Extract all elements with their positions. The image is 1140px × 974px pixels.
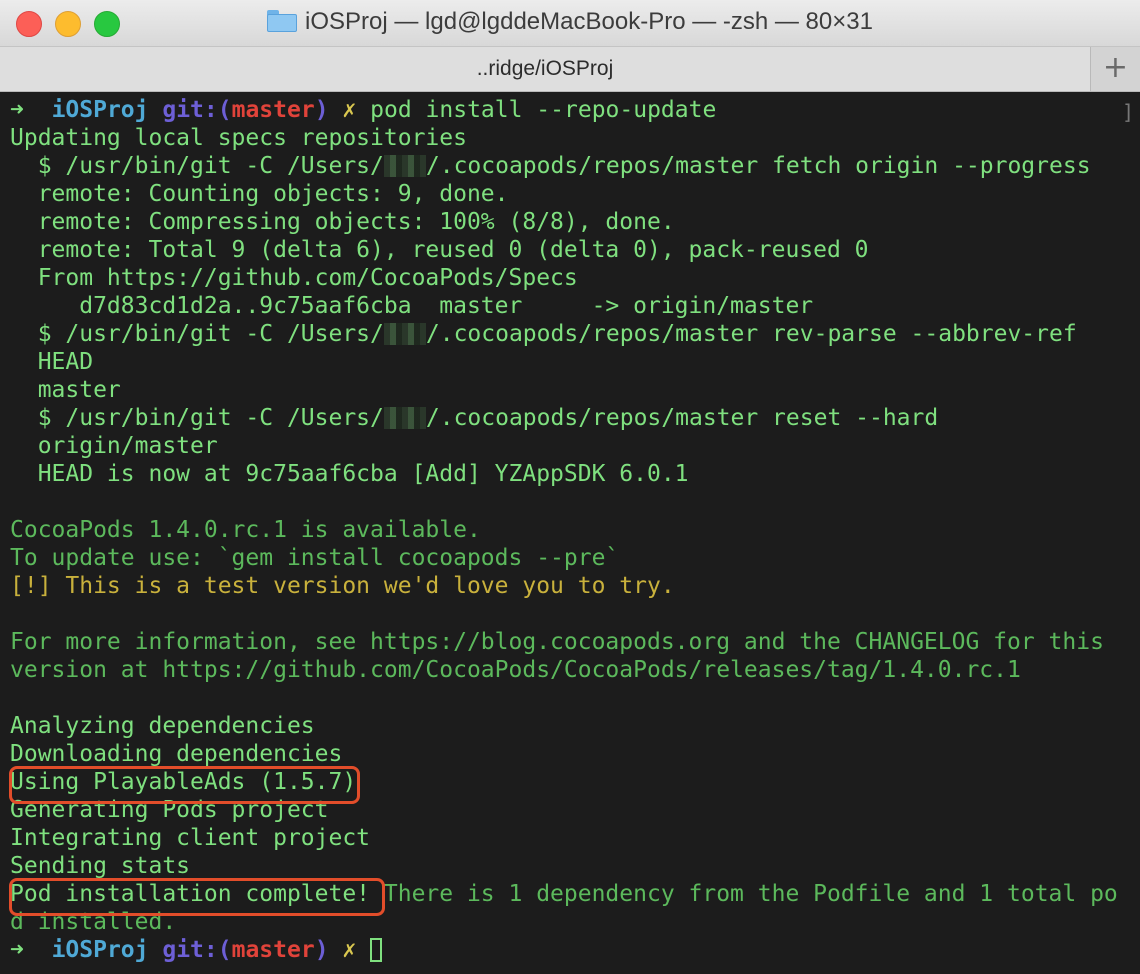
redacted-username (383, 407, 426, 429)
text-cursor[interactable] (370, 938, 383, 962)
output-line: For more information, see https://blog.c… (10, 629, 1104, 655)
terminal-output[interactable]: ] ➜ iOSProj git:(master) ✗ pod install -… (0, 92, 1140, 974)
tab-iosproj[interactable]: ..ridge/iOSProj (0, 47, 1090, 91)
output-line: HEAD is now at 9c75aaf6cba [Add] YZAppSD… (10, 461, 689, 487)
dirty-mark-icon: ✗ (342, 97, 357, 123)
output-segment: $ /usr/bin/git -C /Users/ (10, 153, 384, 179)
redacted-username (383, 155, 426, 177)
output-line: master (10, 377, 121, 403)
dirty-mark-icon: ✗ (342, 937, 357, 963)
output-line: $ /usr/bin/git -C /Users/ /.cocoapods/rep… (10, 320, 1077, 348)
output-line: Sending stats (10, 853, 191, 879)
redacted-username (383, 323, 426, 345)
window-title: iOSProj — lgd@lgddeMacBook-Pro — -zsh — … (0, 8, 1140, 36)
highlight-box-install-complete (9, 878, 385, 916)
output-line: d7d83cd1d2a..9c75aaf6cba master -> origi… (10, 293, 814, 319)
output-segment: /.cocoapods/repos/master reset --hard (425, 405, 939, 431)
output-line: remote: Total 9 (delta 6), reused 0 (del… (10, 237, 869, 263)
output-line: To update use: `gem install cocoapods --… (10, 545, 620, 571)
output-line: $ /usr/bin/git -C /Users/ /.cocoapods/rep… (10, 404, 939, 432)
prompt-paren-close: ) (314, 937, 329, 963)
output-line: Updating local specs repositories (10, 125, 467, 151)
window-title-rest: — lgd@lgddeMacBook-Pro — -zsh — 80×31 (394, 8, 873, 35)
output-line: remote: Counting objects: 9, done. (10, 181, 509, 207)
title-bar[interactable]: iOSProj — lgd@lgddeMacBook-Pro — -zsh — … (0, 0, 1140, 47)
warning-line: [!] This is a test version we'd love you… (10, 573, 675, 599)
output-line: Analyzing dependencies (10, 713, 315, 739)
prompt-paren-close: ) (314, 97, 329, 123)
window-title-folder: iOSProj (305, 8, 388, 35)
prompt-git-label: git: (162, 97, 218, 123)
output-segment: /.cocoapods/repos/master fetch origin --… (425, 153, 1091, 179)
prompt-branch: master (231, 97, 315, 123)
new-tab-button[interactable]: + (1090, 47, 1140, 91)
highlight-box-using-playableads (9, 766, 360, 804)
prompt-arrow-icon: ➜ (10, 97, 24, 123)
prompt-line: ➜ iOSProj git:(master) ✗ (10, 936, 383, 964)
output-segment: $ /usr/bin/git -C /Users/ (10, 405, 384, 431)
output-segment: /.cocoapods/repos/master rev-parse --abb… (425, 321, 1077, 347)
output-line: remote: Compressing objects: 100% (8/8),… (10, 209, 675, 235)
output-line: $ /usr/bin/git -C /Users/ /.cocoapods/rep… (10, 152, 1091, 180)
prompt-arrow-icon: ➜ (10, 937, 24, 963)
output-line: HEAD (10, 349, 94, 375)
prompt-paren-open: ( (217, 97, 232, 123)
output-line: Integrating client project (10, 825, 371, 851)
prompt-paren-open: ( (217, 937, 232, 963)
output-segment: There is 1 dependency from the Podfile a… (370, 881, 1118, 907)
tab-bar: ..ridge/iOSProj + (0, 47, 1140, 92)
scroll-indicator: ] (1121, 100, 1134, 124)
prompt-project: iOSProj (51, 937, 149, 963)
output-line: From https://github.com/CocoaPods/Specs (10, 265, 578, 291)
output-line: origin/master (10, 433, 218, 459)
output-line: CocoaPods 1.4.0.rc.1 is available. (10, 517, 481, 543)
prompt-line: ➜ iOSProj git:(master) ✗ pod install --r… (10, 96, 716, 124)
terminal-window: iOSProj — lgd@lgddeMacBook-Pro — -zsh — … (0, 0, 1140, 974)
prompt-project: iOSProj (51, 97, 149, 123)
output-segment: $ /usr/bin/git -C /Users/ (10, 321, 384, 347)
output-line: version at https://github.com/CocoaPods/… (10, 657, 1021, 683)
output-line: Downloading dependencies (10, 741, 343, 767)
command-text: pod install --repo-update (370, 97, 717, 123)
prompt-git-label: git: (162, 937, 218, 963)
prompt-branch: master (231, 937, 315, 963)
folder-icon (267, 10, 298, 32)
